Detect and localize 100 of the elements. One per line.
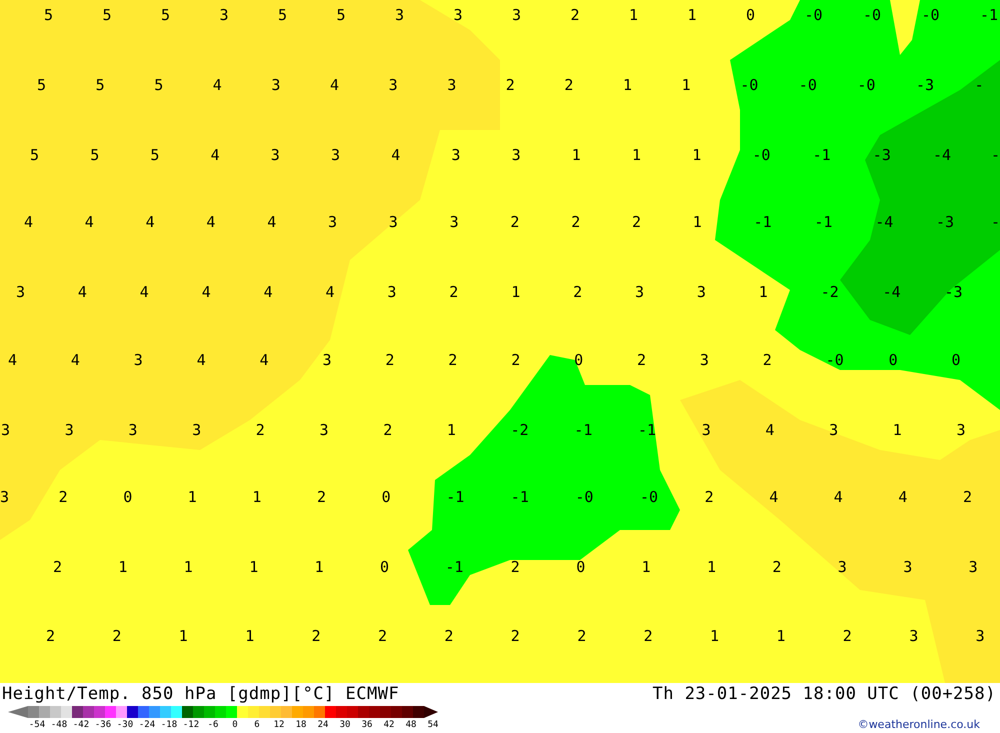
- temperature-value: 1: [632, 146, 642, 164]
- temperature-value: 2: [385, 351, 394, 369]
- temperature-value: 1: [688, 6, 697, 24]
- temperature-value: 3: [829, 421, 838, 439]
- temperature-value: 1: [184, 558, 193, 576]
- temperature-value: -0: [863, 6, 882, 24]
- temperature-value: 3: [968, 558, 978, 576]
- temperature-value: 3: [451, 146, 460, 164]
- temperature-value: -1: [814, 213, 832, 231]
- temperature-value: -1: [812, 146, 831, 164]
- temperature-value: 3: [64, 421, 74, 439]
- scale-tick-label: 42: [382, 719, 396, 731]
- temperature-value: 5: [278, 6, 288, 24]
- temperature-value: 3: [903, 558, 912, 576]
- temperature-value: 3: [447, 76, 456, 94]
- temperature-value: 1: [249, 558, 258, 576]
- temperature-value: 5: [37, 76, 46, 94]
- temperature-value: 3: [270, 146, 280, 164]
- temperature-value: 2: [564, 76, 574, 94]
- scale-tick-label: -6: [206, 719, 220, 731]
- scale-tick-label: -36: [94, 719, 112, 731]
- temperature-value: 3: [387, 283, 396, 301]
- temperature-value: 0: [380, 558, 390, 576]
- temperature-value: 2: [704, 488, 714, 506]
- temperature-value: 5: [96, 76, 105, 94]
- temperature-value: -1: [445, 558, 464, 576]
- temperature-value: 4: [210, 146, 220, 164]
- temperature-value: 2: [53, 558, 62, 576]
- temperature-value: -4: [882, 283, 901, 301]
- temperature-value: 2: [448, 351, 458, 369]
- temperature-value: 2: [506, 76, 515, 94]
- temperature-value: 1: [178, 627, 188, 645]
- chart-title: Height/Temp. 850 hPa [gdmp][°C] ECMWF: [2, 684, 400, 704]
- temperature-value: 0: [382, 488, 391, 506]
- temperature-value: 3: [696, 283, 706, 301]
- temperature-value: 4: [24, 213, 34, 231]
- temperature-value: 4: [264, 283, 273, 301]
- copyright-link[interactable]: ©weatheronline.co.uk: [858, 718, 980, 731]
- temperature-value: 4: [206, 213, 216, 231]
- temperature-value: -1: [574, 421, 592, 439]
- temperature-value: 3: [450, 213, 459, 231]
- temperature-value: -0: [922, 6, 940, 24]
- scale-tick-label: 48: [404, 719, 418, 731]
- scale-tick-label: 6: [253, 719, 261, 731]
- temperature-value: 1: [572, 146, 581, 164]
- temperature-value: 2: [112, 627, 122, 645]
- temperature-value: -0: [804, 6, 823, 24]
- temperature-value: 3: [700, 351, 709, 369]
- temperature-value: 1: [707, 558, 716, 576]
- temperature-value: 2: [511, 351, 520, 369]
- temperature-value: 4: [391, 146, 400, 164]
- temperature-value: 2: [256, 421, 265, 439]
- temperature-value: 2: [644, 627, 653, 645]
- temperature-value: 3: [1, 421, 10, 439]
- temperature-value: 1: [245, 627, 254, 645]
- forecast-datetime: Th 23-01-2025 18:00 UTC (00+258): [652, 684, 996, 704]
- temperature-value: 4: [330, 76, 340, 94]
- temperature-value: 3: [128, 421, 138, 439]
- temperature-value: 3: [16, 283, 26, 301]
- scale-tick-label: 0: [231, 719, 239, 731]
- temperature-value: 4: [212, 76, 222, 94]
- temperature-value: 5: [44, 6, 54, 24]
- temperature-value: -3: [916, 76, 934, 94]
- temperature-value: -1: [980, 6, 998, 24]
- temperature-value: 4: [70, 351, 80, 369]
- temperature-value: 3: [220, 6, 229, 24]
- temperature-value: 1: [892, 421, 902, 439]
- temperature-value: -4: [933, 146, 952, 164]
- temperature-value: -2: [820, 283, 839, 301]
- temperature-value: -1: [638, 421, 656, 439]
- temperature-value: 1: [188, 488, 197, 506]
- temperature-value: 3: [388, 213, 398, 231]
- temperature-value: -: [991, 146, 1000, 164]
- temperature-value: 3: [838, 558, 847, 576]
- temperature-value: 3: [328, 213, 338, 231]
- temperature-value: -3: [936, 213, 954, 231]
- scale-tick-label: -24: [138, 719, 156, 731]
- temperature-value: 4: [260, 351, 269, 369]
- temperature-value: 3: [909, 627, 918, 645]
- temperature-value: -2: [510, 421, 529, 439]
- temperature-value: 5: [150, 146, 160, 164]
- temperature-value: 0: [123, 488, 132, 506]
- temperature-value: 5: [30, 146, 40, 164]
- scale-tick-label: -54: [28, 719, 46, 731]
- temperature-value: -1: [446, 488, 464, 506]
- temperature-value: 4: [146, 213, 155, 231]
- temperature-value: 1: [710, 627, 720, 645]
- temperature-value: 1: [682, 76, 691, 94]
- temperature-value: 3: [192, 421, 202, 439]
- temperature-value: 2: [383, 421, 392, 439]
- temperature-value: -0: [857, 76, 876, 94]
- temperature-value: 2: [571, 213, 580, 231]
- scale-tick-label: 24: [316, 719, 330, 731]
- temperature-value: -0: [798, 76, 817, 94]
- temperature-value: 2: [444, 627, 454, 645]
- temperature-value: 3: [976, 627, 985, 645]
- temperature-value: 4: [8, 351, 18, 369]
- temperature-value: -0: [826, 351, 844, 369]
- temperature-value: 2: [58, 488, 68, 506]
- temperature-value: 3: [320, 421, 329, 439]
